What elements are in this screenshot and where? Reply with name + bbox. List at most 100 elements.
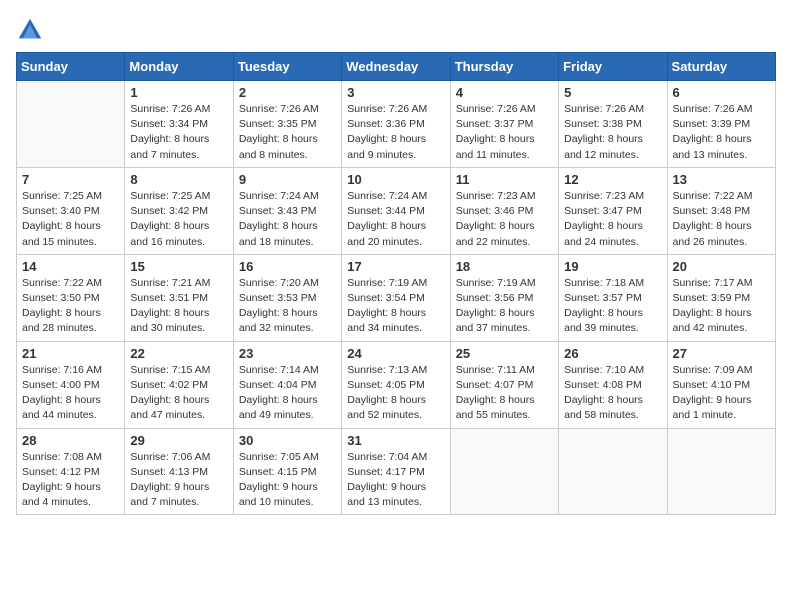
cell-info: Sunrise: 7:11 AM Sunset: 4:07 PM Dayligh… (456, 363, 553, 424)
cell-info: Sunrise: 7:23 AM Sunset: 3:47 PM Dayligh… (564, 189, 661, 250)
cell-info: Sunrise: 7:17 AM Sunset: 3:59 PM Dayligh… (673, 276, 770, 337)
cell-info: Sunrise: 7:04 AM Sunset: 4:17 PM Dayligh… (347, 450, 444, 511)
cell-day-number: 2 (239, 85, 336, 100)
cell-day-number: 29 (130, 433, 227, 448)
calendar-cell: 19 Sunrise: 7:18 AM Sunset: 3:57 PM Dayli… (559, 254, 667, 341)
calendar-header: SundayMondayTuesdayWednesdayThursdayFrid… (17, 53, 776, 81)
weekday-thursday: Thursday (450, 53, 558, 81)
calendar-week-2: 14 Sunrise: 7:22 AM Sunset: 3:50 PM Dayli… (17, 254, 776, 341)
cell-day-number: 4 (456, 85, 553, 100)
calendar-cell: 21Sunrise: 7:16 AM Sunset: 4:00 PM Dayli… (17, 341, 125, 428)
calendar-cell: 27Sunrise: 7:09 AM Sunset: 4:10 PM Dayli… (667, 341, 775, 428)
cell-info: Sunrise: 7:16 AM Sunset: 4:00 PM Dayligh… (22, 363, 119, 424)
cell-day-number: 15 (130, 259, 227, 274)
cell-info: Sunrise: 7:26 AM Sunset: 3:39 PM Dayligh… (673, 102, 770, 163)
calendar-cell: 6 Sunrise: 7:26 AM Sunset: 3:39 PM Daylig… (667, 81, 775, 168)
calendar-cell (559, 428, 667, 515)
calendar-cell: 4 Sunrise: 7:26 AM Sunset: 3:37 PM Daylig… (450, 81, 558, 168)
cell-info: Sunrise: 7:05 AM Sunset: 4:15 PM Dayligh… (239, 450, 336, 511)
calendar-cell: 22 Sunrise: 7:15 AM Sunset: 4:02 PM Dayli… (125, 341, 233, 428)
cell-day-number: 27 (673, 346, 770, 361)
cell-day-number: 17 (347, 259, 444, 274)
logo-icon (16, 16, 44, 44)
calendar-cell: 2 Sunrise: 7:26 AM Sunset: 3:35 PM Daylig… (233, 81, 341, 168)
calendar-cell: 16Sunrise: 7:20 AM Sunset: 3:53 PM Dayli… (233, 254, 341, 341)
calendar-week-0: 1Sunrise: 7:26 AM Sunset: 3:34 PM Daylig… (17, 81, 776, 168)
cell-info: Sunrise: 7:26 AM Sunset: 3:35 PM Dayligh… (239, 102, 336, 163)
cell-info: Sunrise: 7:26 AM Sunset: 3:37 PM Dayligh… (456, 102, 553, 163)
calendar-table: SundayMondayTuesdayWednesdayThursdayFrid… (16, 52, 776, 515)
cell-day-number: 5 (564, 85, 661, 100)
calendar-cell: 18Sunrise: 7:19 AM Sunset: 3:56 PM Dayli… (450, 254, 558, 341)
calendar-body: 1Sunrise: 7:26 AM Sunset: 3:34 PM Daylig… (17, 81, 776, 515)
cell-day-number: 28 (22, 433, 119, 448)
cell-day-number: 14 (22, 259, 119, 274)
weekday-wednesday: Wednesday (342, 53, 450, 81)
calendar-cell: 30 Sunrise: 7:05 AM Sunset: 4:15 PM Dayli… (233, 428, 341, 515)
calendar-cell: 24Sunrise: 7:13 AM Sunset: 4:05 PM Dayli… (342, 341, 450, 428)
calendar-cell: 3 Sunrise: 7:26 AM Sunset: 3:36 PM Daylig… (342, 81, 450, 168)
cell-info: Sunrise: 7:13 AM Sunset: 4:05 PM Dayligh… (347, 363, 444, 424)
cell-info: Sunrise: 7:22 AM Sunset: 3:48 PM Dayligh… (673, 189, 770, 250)
cell-day-number: 20 (673, 259, 770, 274)
calendar-cell: 20 Sunrise: 7:17 AM Sunset: 3:59 PM Dayli… (667, 254, 775, 341)
cell-info: Sunrise: 7:18 AM Sunset: 3:57 PM Dayligh… (564, 276, 661, 337)
cell-info: Sunrise: 7:10 AM Sunset: 4:08 PM Dayligh… (564, 363, 661, 424)
cell-day-number: 1 (130, 85, 227, 100)
cell-info: Sunrise: 7:25 AM Sunset: 3:42 PM Dayligh… (130, 189, 227, 250)
calendar-cell: 1Sunrise: 7:26 AM Sunset: 3:34 PM Daylig… (125, 81, 233, 168)
weekday-tuesday: Tuesday (233, 53, 341, 81)
cell-day-number: 30 (239, 433, 336, 448)
cell-day-number: 23 (239, 346, 336, 361)
weekday-header-row: SundayMondayTuesdayWednesdayThursdayFrid… (17, 53, 776, 81)
calendar-week-4: 28 Sunrise: 7:08 AM Sunset: 4:12 PM Dayli… (17, 428, 776, 515)
calendar-cell: 17 Sunrise: 7:19 AM Sunset: 3:54 PM Dayli… (342, 254, 450, 341)
cell-day-number: 6 (673, 85, 770, 100)
cell-day-number: 19 (564, 259, 661, 274)
cell-info: Sunrise: 7:24 AM Sunset: 3:44 PM Dayligh… (347, 189, 444, 250)
cell-day-number: 13 (673, 172, 770, 187)
cell-day-number: 18 (456, 259, 553, 274)
calendar-cell: 9Sunrise: 7:24 AM Sunset: 3:43 PM Daylig… (233, 167, 341, 254)
cell-day-number: 25 (456, 346, 553, 361)
logo (16, 16, 48, 44)
cell-info: Sunrise: 7:22 AM Sunset: 3:50 PM Dayligh… (22, 276, 119, 337)
calendar-cell: 12 Sunrise: 7:23 AM Sunset: 3:47 PM Dayli… (559, 167, 667, 254)
cell-day-number: 10 (347, 172, 444, 187)
calendar-cell: 28 Sunrise: 7:08 AM Sunset: 4:12 PM Dayli… (17, 428, 125, 515)
cell-info: Sunrise: 7:19 AM Sunset: 3:54 PM Dayligh… (347, 276, 444, 337)
cell-day-number: 12 (564, 172, 661, 187)
cell-info: Sunrise: 7:21 AM Sunset: 3:51 PM Dayligh… (130, 276, 227, 337)
calendar-cell: 13 Sunrise: 7:22 AM Sunset: 3:48 PM Dayli… (667, 167, 775, 254)
calendar-cell: 8Sunrise: 7:25 AM Sunset: 3:42 PM Daylig… (125, 167, 233, 254)
cell-info: Sunrise: 7:25 AM Sunset: 3:40 PM Dayligh… (22, 189, 119, 250)
calendar-cell: 14 Sunrise: 7:22 AM Sunset: 3:50 PM Dayli… (17, 254, 125, 341)
cell-day-number: 9 (239, 172, 336, 187)
calendar-cell: 23 Sunrise: 7:14 AM Sunset: 4:04 PM Dayli… (233, 341, 341, 428)
cell-info: Sunrise: 7:26 AM Sunset: 3:38 PM Dayligh… (564, 102, 661, 163)
cell-info: Sunrise: 7:26 AM Sunset: 3:36 PM Dayligh… (347, 102, 444, 163)
weekday-friday: Friday (559, 53, 667, 81)
cell-info: Sunrise: 7:20 AM Sunset: 3:53 PM Dayligh… (239, 276, 336, 337)
calendar-cell: 11 Sunrise: 7:23 AM Sunset: 3:46 PM Dayli… (450, 167, 558, 254)
calendar-cell (667, 428, 775, 515)
cell-info: Sunrise: 7:08 AM Sunset: 4:12 PM Dayligh… (22, 450, 119, 511)
calendar-week-1: 7 Sunrise: 7:25 AM Sunset: 3:40 PM Daylig… (17, 167, 776, 254)
cell-info: Sunrise: 7:06 AM Sunset: 4:13 PM Dayligh… (130, 450, 227, 511)
calendar-cell: 7 Sunrise: 7:25 AM Sunset: 3:40 PM Daylig… (17, 167, 125, 254)
calendar-cell: 26Sunrise: 7:10 AM Sunset: 4:08 PM Dayli… (559, 341, 667, 428)
cell-day-number: 22 (130, 346, 227, 361)
cell-day-number: 7 (22, 172, 119, 187)
cell-day-number: 3 (347, 85, 444, 100)
cell-info: Sunrise: 7:15 AM Sunset: 4:02 PM Dayligh… (130, 363, 227, 424)
cell-info: Sunrise: 7:23 AM Sunset: 3:46 PM Dayligh… (456, 189, 553, 250)
weekday-saturday: Saturday (667, 53, 775, 81)
calendar-cell (450, 428, 558, 515)
weekday-monday: Monday (125, 53, 233, 81)
calendar-cell: 29 Sunrise: 7:06 AM Sunset: 4:13 PM Dayli… (125, 428, 233, 515)
calendar-cell: 25 Sunrise: 7:11 AM Sunset: 4:07 PM Dayli… (450, 341, 558, 428)
cell-day-number: 31 (347, 433, 444, 448)
cell-day-number: 11 (456, 172, 553, 187)
cell-info: Sunrise: 7:14 AM Sunset: 4:04 PM Dayligh… (239, 363, 336, 424)
calendar-cell: 5 Sunrise: 7:26 AM Sunset: 3:38 PM Daylig… (559, 81, 667, 168)
